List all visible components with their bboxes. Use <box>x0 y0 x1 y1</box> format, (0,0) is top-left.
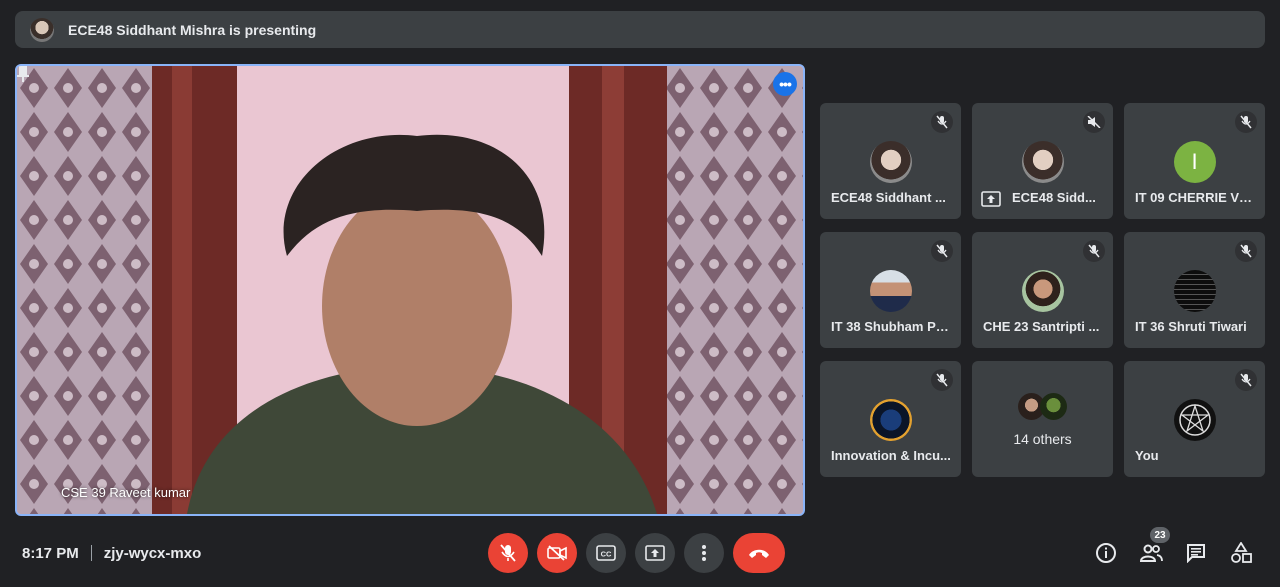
participant-tile[interactable]: I IT 09 CHERRIE VE... <box>1124 103 1265 219</box>
participant-tile[interactable]: CHE 23 Santripti ... <box>972 232 1113 348</box>
presenter-avatar <box>30 17 54 42</box>
pin-icon[interactable] <box>17 66 29 82</box>
participant-tile[interactable]: Innovation & Incu... <box>820 361 961 477</box>
people-button[interactable] <box>1138 540 1164 566</box>
self-tile[interactable]: You <box>1124 361 1265 477</box>
participant-name: ECE48 Siddhant ... <box>831 190 946 205</box>
avatar <box>869 270 912 312</box>
mic-off-icon <box>931 111 953 133</box>
mic-off-icon <box>931 240 953 262</box>
avatar-initial: I <box>1173 141 1216 183</box>
avatar <box>1021 141 1064 183</box>
mic-off-icon <box>1235 369 1257 391</box>
participant-name: IT 38 Shubham Pa... <box>831 319 953 334</box>
avatar <box>1173 399 1216 441</box>
present-icon <box>981 191 1001 207</box>
others-count: 14 others <box>1013 431 1072 447</box>
activities-button[interactable] <box>1228 540 1254 566</box>
captions-button[interactable]: CC <box>586 533 626 573</box>
participant-tile[interactable]: IT 36 Shruti Tiwari <box>1124 232 1265 348</box>
mic-off-icon <box>1235 111 1257 133</box>
clock-time: 8:17 PM <box>22 544 79 562</box>
participant-name: IT 09 CHERRIE VE... <box>1135 190 1257 205</box>
others-avatars <box>1018 393 1070 421</box>
volume-off-icon <box>1083 111 1105 133</box>
presenting-text: ECE48 Siddhant Mishra is presenting <box>68 21 317 38</box>
avatar <box>1173 270 1216 312</box>
chat-button[interactable] <box>1183 540 1209 566</box>
meeting-details-button[interactable] <box>1093 540 1119 566</box>
main-video-tile[interactable]: ••• CSE 39 Raveet kumar <box>15 64 805 516</box>
tile-options-button[interactable]: ••• <box>773 72 797 96</box>
people-icon <box>1139 544 1163 562</box>
participant-name: ECE48 Sidd... <box>1012 190 1096 205</box>
participant-name: IT 36 Shruti Tiwari <box>1135 319 1247 334</box>
camera-toggle-button[interactable] <box>537 533 577 573</box>
presenting-banner: ECE48 Siddhant Mishra is presenting <box>15 11 1265 48</box>
divider <box>90 545 92 561</box>
info-icon <box>1096 543 1116 563</box>
speaker-video-feed <box>17 66 803 514</box>
avatar <box>869 399 912 441</box>
mic-off-icon <box>931 369 953 391</box>
participant-tile[interactable]: IT 38 Shubham Pa... <box>820 232 961 348</box>
meeting-details: 8:17 PM zjy-wycx-mxo <box>22 543 201 563</box>
main-participant-name: CSE 39 Raveet kumar <box>61 485 191 500</box>
present-icon <box>645 545 665 561</box>
participant-name: You <box>1135 448 1159 463</box>
mic-toggle-button[interactable] <box>488 533 528 573</box>
leave-call-button[interactable] <box>733 533 785 573</box>
chat-icon <box>1187 544 1205 563</box>
hangup-icon <box>749 549 769 558</box>
avatar <box>869 141 912 183</box>
participant-count-badge: 23 <box>1150 527 1170 543</box>
activities-icon <box>1231 542 1252 563</box>
camera-off-icon <box>547 545 567 561</box>
participant-name: CHE 23 Santripti ... <box>983 319 1100 334</box>
participant-name: Innovation & Incu... <box>831 448 951 463</box>
avatar <box>1021 270 1064 312</box>
meeting-code[interactable]: zjy-wycx-mxo <box>104 545 202 562</box>
present-now-button[interactable] <box>635 533 675 573</box>
svg-text:CC: CC <box>601 550 612 559</box>
mic-off-icon <box>500 544 516 562</box>
participant-tile[interactable]: ECE48 Siddhant ... <box>820 103 961 219</box>
captions-icon: CC <box>596 545 616 561</box>
mic-off-icon <box>1235 240 1257 262</box>
participant-tile[interactable]: ECE48 Sidd... <box>972 103 1113 219</box>
more-options-button[interactable] <box>684 533 724 573</box>
mic-off-icon <box>1083 240 1105 262</box>
more-options-icon <box>702 545 706 561</box>
others-tile[interactable]: 14 others <box>972 361 1113 477</box>
